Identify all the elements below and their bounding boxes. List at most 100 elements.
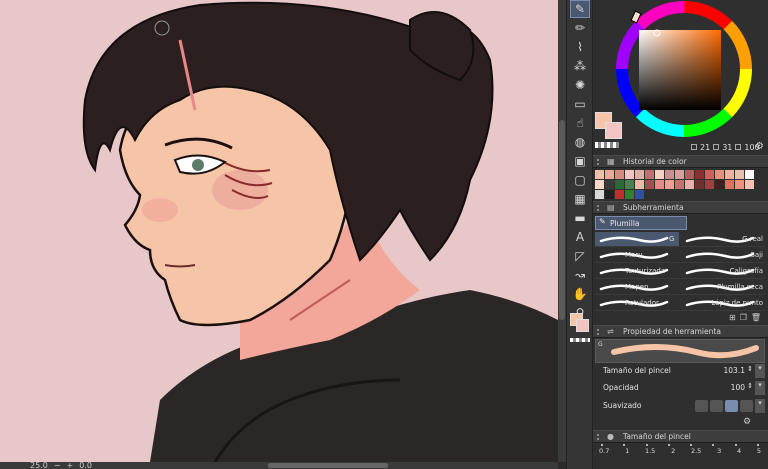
history-color-swatch[interactable]: [635, 170, 645, 179]
brush-size-dot[interactable]: [756, 444, 759, 446]
history-color-swatch[interactable]: [665, 180, 675, 189]
history-color-swatch[interactable]: [665, 170, 675, 179]
history-color-swatch[interactable]: [615, 170, 625, 179]
brush-item[interactable]: Mapen: [595, 280, 679, 295]
brush-size-dot[interactable]: [623, 444, 626, 446]
history-color-swatch[interactable]: [745, 190, 755, 199]
history-color-swatch[interactable]: [655, 170, 665, 179]
color-history-header[interactable]: ▦ Historial de color: [593, 155, 768, 168]
opacity-value[interactable]: 100: [731, 383, 745, 392]
zoom-out-icon[interactable]: −: [54, 462, 61, 469]
history-color-swatch[interactable]: [745, 180, 755, 189]
brush-size-preset[interactable]: 1: [625, 447, 629, 455]
history-color-swatch[interactable]: [675, 170, 685, 179]
history-color-swatch[interactable]: [615, 180, 625, 189]
brush-item[interactable]: Plumilla seca: [681, 280, 765, 295]
balloon-tool-icon[interactable]: ◸: [570, 247, 590, 265]
current-transparent-color[interactable]: [595, 142, 619, 148]
history-color-swatch[interactable]: [725, 180, 735, 189]
history-color-swatch[interactable]: [745, 170, 755, 179]
history-color-swatch[interactable]: [625, 190, 635, 199]
transparent-color-swatch[interactable]: [570, 338, 590, 342]
text-tool-icon[interactable]: A: [570, 228, 590, 246]
history-color-swatch[interactable]: [735, 170, 745, 179]
figure-tool-icon[interactable]: ▢: [570, 171, 590, 189]
history-color-swatch[interactable]: [685, 180, 695, 189]
smoothing-option-3[interactable]: [725, 400, 738, 412]
history-color-swatch[interactable]: [655, 180, 665, 189]
wrench-icon[interactable]: ⚙: [743, 417, 751, 427]
brush-item[interactable]: Texturizada: [595, 264, 679, 279]
brush-size-preset[interactable]: 0.7: [599, 447, 609, 455]
brush-size-dot[interactable]: [645, 444, 648, 446]
history-color-swatch[interactable]: [595, 180, 605, 189]
hand-tool-icon[interactable]: ✋: [570, 285, 590, 303]
brush-size-header[interactable]: ● Tamaño del pincel: [593, 430, 768, 443]
history-color-swatch[interactable]: [665, 190, 675, 199]
history-color-swatch[interactable]: [715, 170, 725, 179]
brush-size-row[interactable]: Tamaño del pincel 103.1 ⇕ ▾: [595, 364, 765, 378]
fill-tool-icon[interactable]: ◍: [570, 133, 590, 151]
expand-icon[interactable]: ▾: [755, 381, 765, 395]
delete-brush-icon[interactable]: 🗑: [751, 313, 761, 322]
history-color-swatch[interactable]: [675, 180, 685, 189]
history-color-swatch[interactable]: [675, 190, 685, 199]
tool-property-header[interactable]: ⇌ Propiedad de herramienta: [593, 325, 768, 338]
smoothing-row[interactable]: Suavizado ▾: [595, 399, 765, 413]
brush-size-dot[interactable]: [601, 444, 603, 446]
correct-line-tool-icon[interactable]: ↝: [570, 266, 590, 284]
brush-item[interactable]: Rotulador: [595, 296, 679, 311]
brush-tool-icon[interactable]: ⌇: [570, 38, 590, 56]
brush-size-preset[interactable]: 1.5: [645, 447, 655, 455]
brush-item[interactable]: Saji: [681, 248, 765, 263]
history-color-swatch[interactable]: [715, 180, 725, 189]
history-color-swatch[interactable]: [645, 170, 655, 179]
history-color-swatch[interactable]: [705, 180, 715, 189]
history-color-swatch[interactable]: [635, 190, 645, 199]
brush-size-value[interactable]: 103.1: [724, 366, 745, 375]
history-color-swatch[interactable]: [705, 190, 715, 199]
subtool-header[interactable]: ▤ Subherramienta: [593, 201, 768, 214]
brush-size-preset[interactable]: 2.5: [691, 447, 701, 455]
history-color-swatch[interactable]: [735, 190, 745, 199]
frame-tool-icon[interactable]: ▦: [570, 190, 590, 208]
zoom-in-icon[interactable]: +: [67, 462, 74, 469]
brush-size-dot[interactable]: [712, 444, 715, 446]
sub-color-swatch[interactable]: [576, 319, 589, 332]
canvas-vertical-scrollbar[interactable]: [558, 0, 566, 462]
history-color-swatch[interactable]: [595, 170, 605, 179]
history-color-swatch[interactable]: [605, 170, 615, 179]
history-color-swatch[interactable]: [645, 190, 655, 199]
color-settings-icon[interactable]: ⚙: [755, 141, 764, 152]
color-wheel[interactable]: [593, 0, 768, 140]
duplicate-brush-icon[interactable]: ❐: [740, 313, 747, 322]
history-color-swatch[interactable]: [695, 170, 705, 179]
pen-tool-icon[interactable]: ✎: [570, 0, 590, 18]
history-color-swatch[interactable]: [705, 170, 715, 179]
history-color-swatch[interactable]: [635, 180, 645, 189]
spinner-icon[interactable]: ⇕: [747, 365, 753, 373]
current-sub-color[interactable]: [605, 122, 622, 139]
airbrush-tool-icon[interactable]: ⁂: [570, 57, 590, 75]
add-brush-icon[interactable]: ⊞: [729, 313, 736, 322]
rotation-value[interactable]: 0.0: [79, 462, 92, 469]
expand-icon[interactable]: ▾: [755, 399, 765, 413]
history-color-swatch[interactable]: [615, 190, 625, 199]
pencil-tool-icon[interactable]: ✏: [570, 19, 590, 37]
expand-icon[interactable]: ▾: [755, 364, 765, 378]
history-color-swatch[interactable]: [595, 190, 605, 199]
smoothing-option-2[interactable]: [710, 400, 723, 412]
brush-item[interactable]: G: [595, 232, 679, 247]
decoration-tool-icon[interactable]: ✺: [570, 76, 590, 94]
history-color-swatch[interactable]: [735, 180, 745, 189]
brush-item[interactable]: Caligrafía: [681, 264, 765, 279]
history-color-swatch[interactable]: [715, 190, 725, 199]
history-color-swatch[interactable]: [605, 180, 615, 189]
history-color-swatch[interactable]: [625, 170, 635, 179]
eraser-tool-icon[interactable]: ▭: [570, 95, 590, 113]
spinner-icon[interactable]: ⇕: [747, 382, 753, 390]
brush-size-dot[interactable]: [734, 444, 737, 446]
brush-size-preset[interactable]: 5: [757, 447, 761, 455]
brush-size-preset[interactable]: 4: [737, 447, 741, 455]
history-color-swatch[interactable]: [625, 180, 635, 189]
